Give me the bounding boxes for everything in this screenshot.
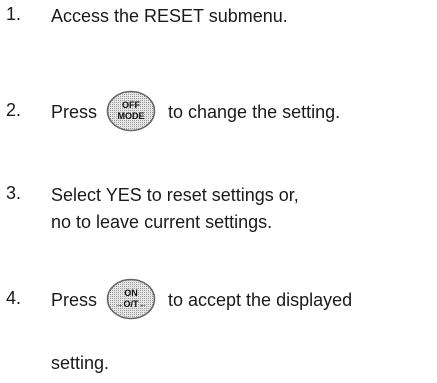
step-2-press: Press	[51, 102, 98, 122]
step-3-number: 3.	[6, 183, 22, 203]
on-label: ON	[124, 288, 138, 298]
step-1-number: 1.	[6, 4, 22, 24]
off-mode-button-icon: OFF MODE	[106, 90, 156, 132]
step-4-continuation: setting.	[51, 353, 110, 373]
step-3-line-2: no to leave current settings.	[51, 212, 273, 232]
mode-label: MODE	[118, 111, 145, 121]
step-3-line-1: Select YES to reset settings or,	[51, 185, 299, 205]
step-2-number: 2.	[6, 100, 22, 120]
step-1-text: Access the RESET submenu.	[51, 6, 288, 26]
step-4-text: to accept the displayed	[168, 290, 353, 310]
o-t-label: →O/T←	[115, 299, 148, 309]
on-off-button-icon: ON →O/T←	[106, 278, 156, 320]
step-2-text: to change the setting.	[168, 102, 341, 122]
step-4-press: Press	[51, 290, 98, 310]
off-label: OFF	[122, 100, 140, 110]
step-4-number: 4.	[6, 288, 22, 308]
